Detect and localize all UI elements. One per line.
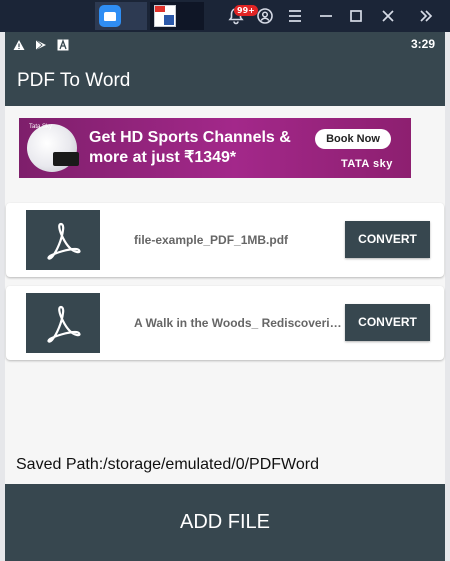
add-file-button[interactable]: ADD FILE [5, 484, 445, 561]
close-icon[interactable] [378, 6, 398, 26]
home-icon [99, 5, 121, 27]
file-card[interactable]: file-example_PDF_1MB.pdf CONVERT [6, 203, 444, 277]
file-card[interactable]: A Walk in the Woods_ Rediscovering Ameri… [6, 286, 444, 360]
android-status-bar: 3:29 [5, 32, 445, 58]
ad-book-now-button[interactable]: Book Now [315, 129, 391, 149]
file-name: A Walk in the Woods_ Rediscovering Ameri… [134, 316, 344, 330]
set-top-box-image [53, 152, 79, 166]
pdf-to-word-app-icon [154, 5, 176, 27]
ad-mini-logo: Tata Sky [29, 124, 53, 130]
emulator-toolbar: 99+ [0, 0, 450, 32]
warning-icon [13, 40, 25, 50]
maximize-icon[interactable] [346, 6, 366, 26]
convert-button[interactable]: CONVERT [345, 221, 430, 258]
play-store-icon [35, 39, 46, 51]
ad-brand-logo: TATA sky [341, 158, 393, 170]
ad-banner[interactable]: Tata Sky Get HD Sports Channels & more a… [19, 118, 411, 178]
convert-button[interactable]: CONVERT [345, 304, 430, 341]
ad-headline: Get HD Sports Channels & more at just ₹1… [89, 129, 291, 166]
pdf-file-icon [26, 293, 100, 353]
double-chevron-right-icon[interactable] [416, 6, 436, 26]
saved-path-text: Saved Path:/storage/emulated/0/PDFWord [16, 456, 319, 473]
minimize-icon[interactable] [316, 6, 336, 26]
main-content: Tata Sky Get HD Sports Channels & more a… [5, 106, 445, 484]
window-frame-right [445, 32, 450, 561]
font-icon [57, 39, 69, 51]
pdf-file-icon [26, 210, 100, 270]
file-name: file-example_PDF_1MB.pdf [134, 233, 289, 247]
page-title: PDF To Word [17, 70, 131, 91]
emulator-home-tab[interactable] [95, 2, 147, 30]
emulator-app-tab[interactable] [150, 2, 204, 30]
status-time: 3:29 [410, 37, 435, 51]
menu-icon[interactable] [285, 6, 305, 26]
account-icon[interactable] [255, 6, 275, 26]
app-bar: PDF To Word [5, 58, 445, 106]
